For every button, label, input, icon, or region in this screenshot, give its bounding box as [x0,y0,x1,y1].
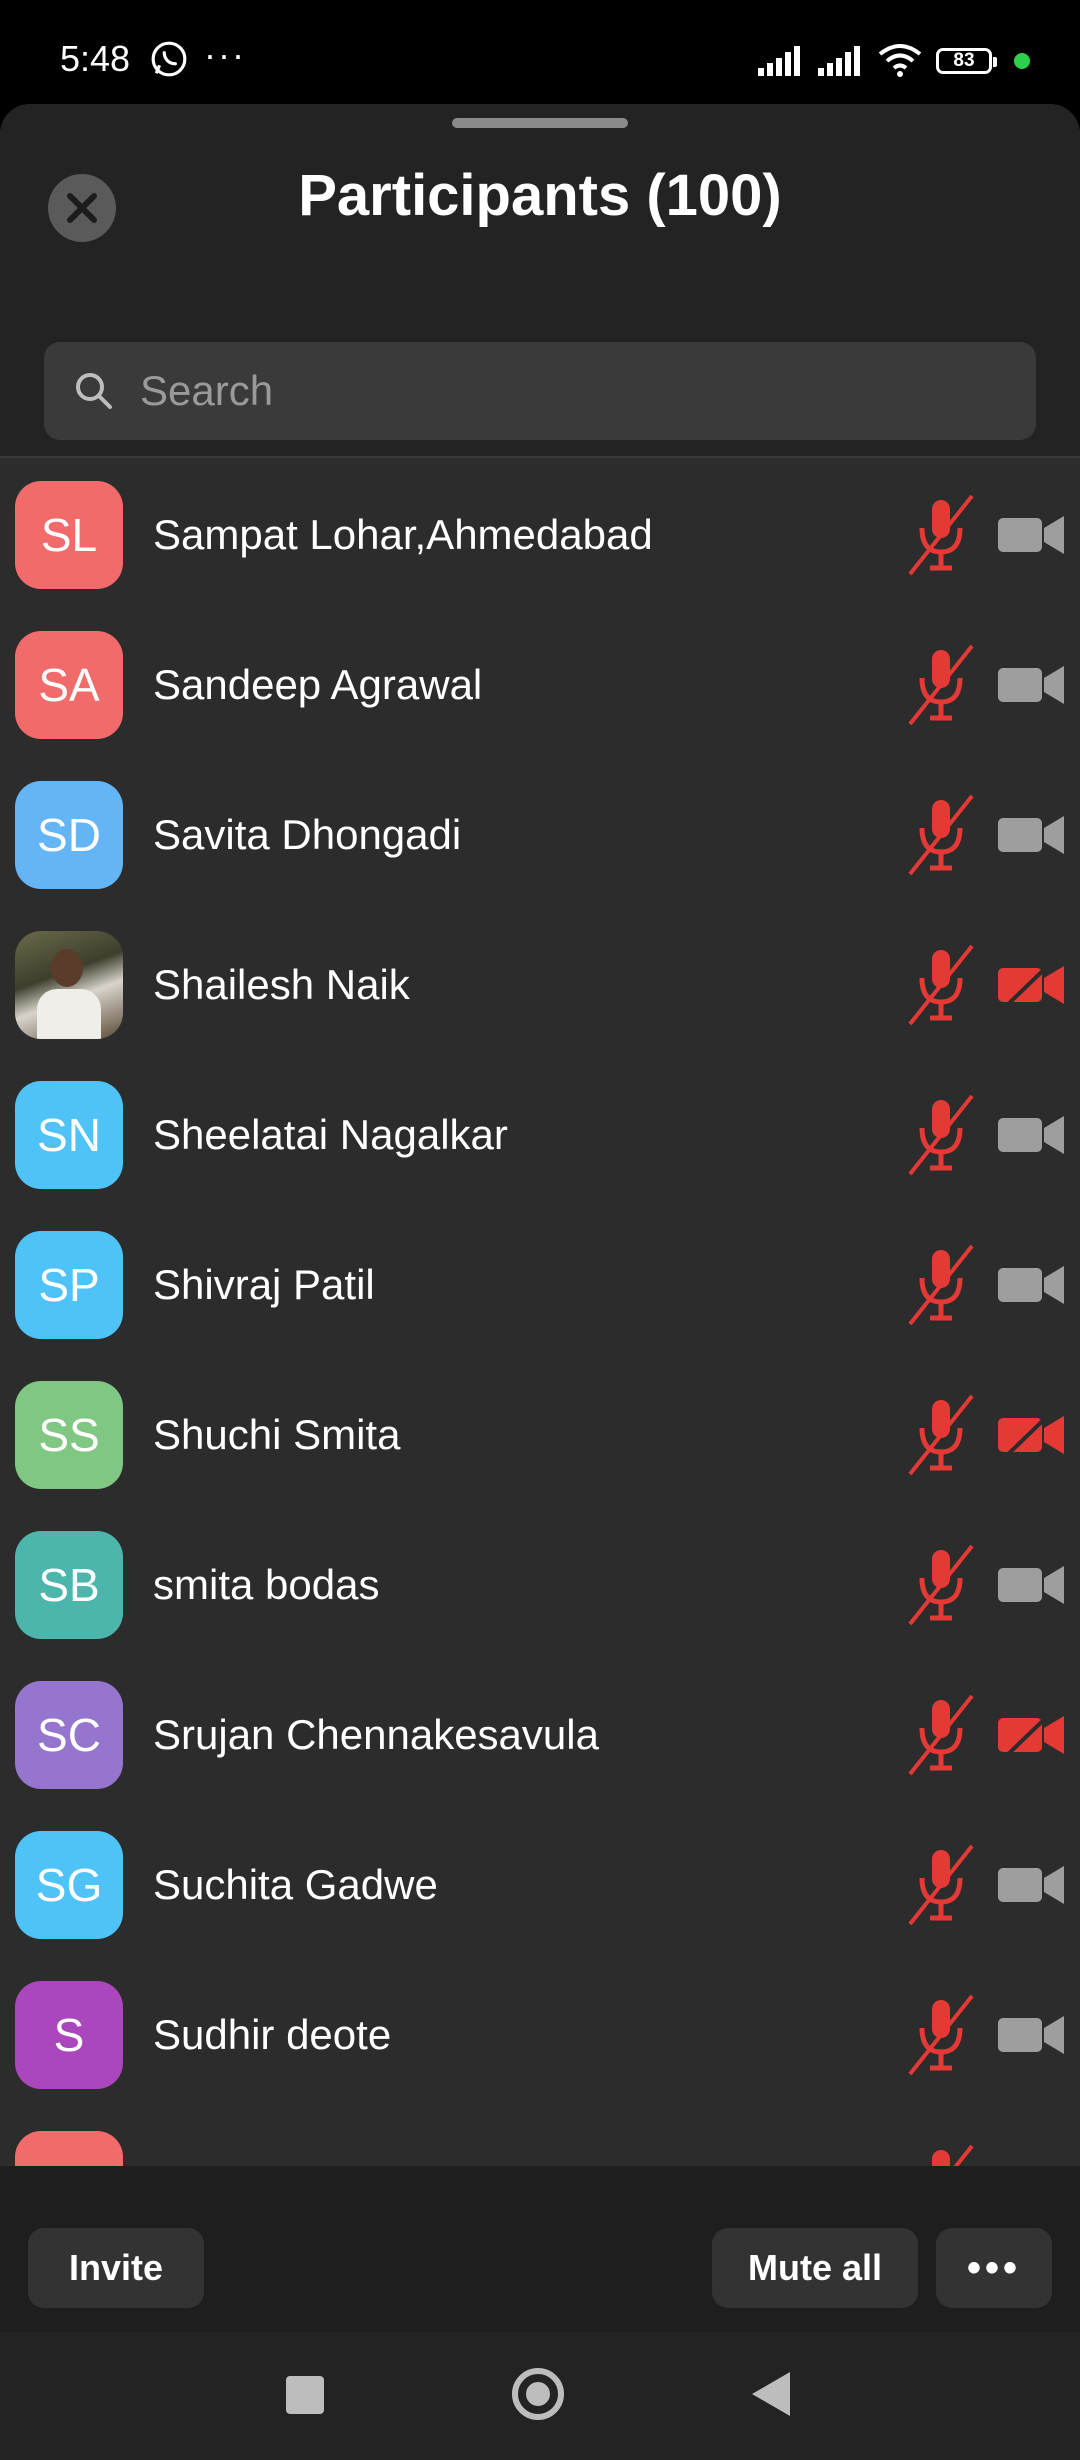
participant-row[interactable]: S Sudhir deote [0,1960,1080,2110]
participant-row[interactable]: SN Sheelatai Nagalkar [0,1060,1080,1210]
mic-muted-icon[interactable] [906,790,976,880]
avatar: SD [15,781,123,889]
video-on-icon[interactable] [996,506,1066,564]
avatar: SC [15,1681,123,1789]
participant-row[interactable]: SG Suchita Gadwe [0,1810,1080,1960]
participant-list[interactable]: SL Sampat Lohar,Ahmedabad SA Sandeep Agrawa… [0,460,1080,2172]
video-on-icon[interactable] [996,656,1066,714]
mic-muted-icon[interactable] [906,1840,976,1930]
home-button[interactable] [512,2368,564,2420]
video-off-icon[interactable] [996,1706,1066,1764]
back-button[interactable] [752,2372,790,2416]
search-icon [76,373,112,409]
participant-row[interactable]: SB smita bodas [0,1510,1080,1660]
mic-muted-icon[interactable] [906,1690,976,1780]
video-on-icon[interactable] [996,1256,1066,1314]
video-on-icon[interactable] [996,806,1066,864]
video-off-icon[interactable] [996,956,1066,1014]
recents-button[interactable] [286,2376,324,2414]
video-on-icon[interactable] [996,1556,1066,1614]
avatar: SP [15,1231,123,1339]
participant-row[interactable]: SKSudhir kumar [0,2110,1080,2172]
signal-icon-2 [818,46,860,76]
participant-row[interactable]: SD Savita Dhongadi [0,760,1080,910]
participant-row[interactable]: SS Shuchi Smita [0,1360,1080,1510]
participants-sheet: Participants (100) SLSampat Lohar,Ahmeda… [0,104,1080,2332]
video-off-icon[interactable] [996,1406,1066,1464]
video-on-icon[interactable] [996,1856,1066,1914]
mic-muted-icon[interactable] [906,940,976,1030]
mic-muted-icon[interactable] [906,640,976,730]
avatar [15,931,123,1039]
mic-muted-icon[interactable] [906,1240,976,1330]
status-time: 5:48 [60,38,131,79]
mic-muted-icon[interactable] [906,1090,976,1180]
drag-handle[interactable] [452,118,628,128]
more-options-button[interactable]: ••• [936,2228,1052,2308]
privacy-dot-icon [1014,53,1030,69]
signal-icon [758,46,800,76]
avatar: SB [15,1531,123,1639]
battery-icon: 83 [936,48,997,74]
invite-button[interactable]: Invite [28,2228,204,2308]
mic-muted-icon[interactable] [906,1990,976,2080]
participant-row[interactable]: SA Sandeep Agrawal [0,610,1080,760]
participant-row[interactable]: SL Sampat Lohar,Ahmedabad [0,460,1080,610]
mic-muted-icon[interactable] [906,1390,976,1480]
avatar: SG [15,1831,123,1939]
status-right: 83 [758,44,1030,78]
system-nav-bar [0,2332,1080,2460]
search-bar[interactable] [44,342,1036,440]
video-on-icon[interactable] [996,2006,1066,2064]
avatar: S [15,1981,123,2089]
avatar: SL [15,481,123,589]
status-bar: 5:48 ··· 83 [0,0,1080,100]
avatar: SA [15,631,123,739]
page-title: Participants (100) [298,163,782,228]
avatar: SS [15,1381,123,1489]
search-input[interactable] [138,366,1002,416]
mic-muted-icon[interactable] [906,1540,976,1630]
divider [0,456,1080,458]
avatar: SN [15,1081,123,1189]
mute-all-button[interactable]: Mute all [712,2228,918,2308]
mic-muted-icon[interactable] [906,490,976,580]
participant-row[interactable]: Shailesh Naik [0,910,1080,1060]
wifi-icon [878,44,922,77]
battery-level: 83 [953,50,975,71]
video-on-icon[interactable] [996,1106,1066,1164]
participant-row[interactable]: SP Shivraj Patil [0,1210,1080,1360]
sheet-header: Participants (100) [0,104,1080,458]
bottom-action-bar: Invite Mute all ••• [0,2166,1080,2332]
more-notifications-icon: ··· [204,34,246,75]
whatsapp-icon [151,41,187,77]
participant-row[interactable]: SC Srujan Chennakesavula [0,1660,1080,1810]
